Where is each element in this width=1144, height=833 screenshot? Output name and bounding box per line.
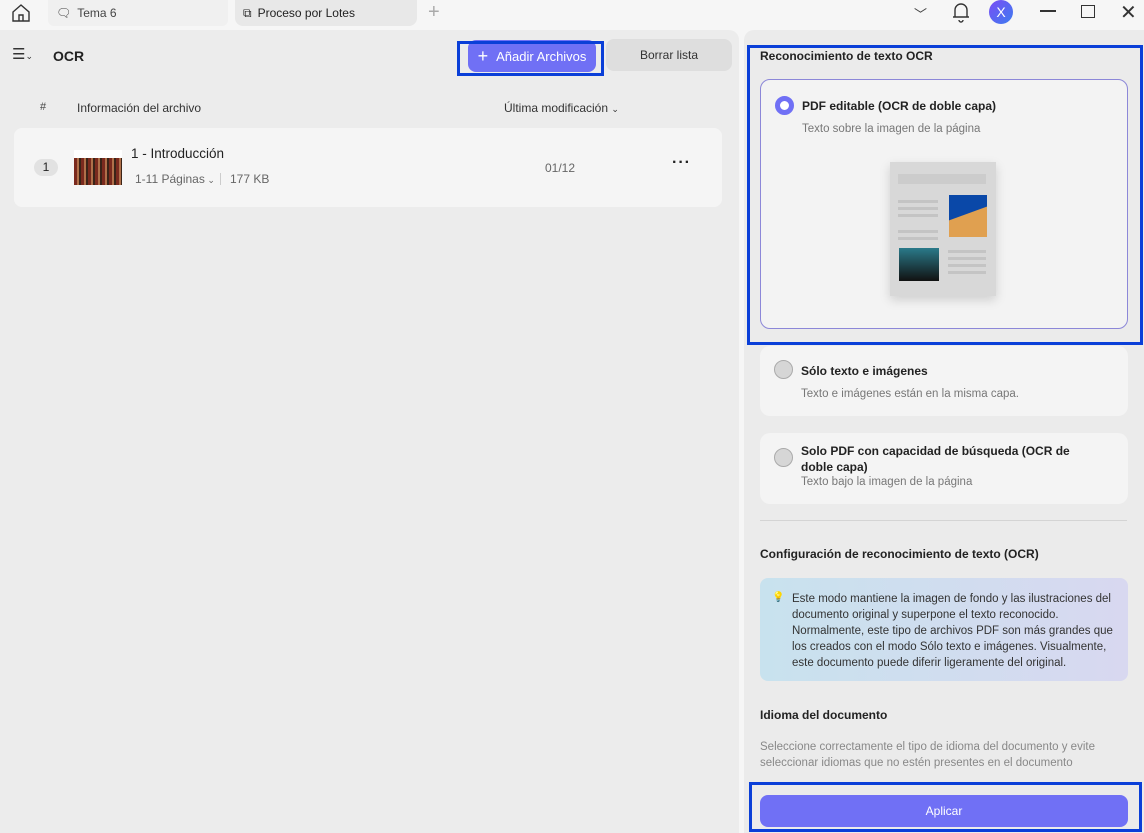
config-title: Configuración de reconocimiento de texto… <box>760 547 1039 561</box>
tab-proceso-por-lotes[interactable]: ⧉ Proceso por Lotes <box>235 0 417 26</box>
page-title: OCR <box>53 48 85 64</box>
option-searchable-pdf[interactable]: Solo PDF con capacidad de búsqueda (OCR … <box>760 433 1128 504</box>
radio-searchable-pdf[interactable] <box>774 448 793 467</box>
home-icon[interactable] <box>10 3 32 23</box>
lightbulb-icon: 💡 <box>772 592 785 603</box>
file-name: 1 - Introducción <box>131 146 225 161</box>
divider <box>220 173 221 185</box>
copy-icon: ⧉ <box>243 5 252 20</box>
avatar[interactable]: X <box>989 0 1013 24</box>
divider <box>760 520 1127 521</box>
ocr-settings-panel: Reconocimiento de texto OCR PDF editable… <box>744 30 1144 833</box>
document-preview-image <box>890 162 996 296</box>
option-title: PDF editable (OCR de doble capa) <box>802 99 997 113</box>
column-header-info: Información del archivo <box>77 101 202 115</box>
option-subtitle: Texto bajo la imagen de la página <box>801 476 973 488</box>
menu-icon[interactable]: ☰⌄ <box>12 45 33 63</box>
file-list-panel: ☰⌄ OCR + Añadir Archivos Borrar lista # I… <box>0 30 739 833</box>
bell-icon[interactable] <box>951 1 971 26</box>
option-subtitle: Texto e imágenes están en la misma capa. <box>801 388 1019 400</box>
section-title: Reconocimiento de texto OCR <box>760 49 933 63</box>
column-header-modified[interactable]: Última modificación ⌄ <box>504 101 619 115</box>
more-options-icon[interactable]: ··· <box>672 154 691 172</box>
chevron-down-icon[interactable]: ﹀ <box>914 4 927 23</box>
page-range-dropdown[interactable]: 1-11 Páginas ⌄ <box>135 172 215 186</box>
minimize-button[interactable] <box>1040 10 1056 12</box>
comment-icon: 🗨 <box>56 6 72 20</box>
language-title: Idioma del documento <box>760 708 888 722</box>
clear-list-button[interactable]: Borrar lista <box>606 39 732 71</box>
option-text-images[interactable]: Sólo texto e imágenes Texto e imágenes e… <box>760 346 1128 416</box>
option-subtitle: Texto sobre la imagen de la página <box>802 123 981 135</box>
tab-tema-6[interactable]: 🗨 Tema 6 <box>48 0 228 26</box>
add-files-button[interactable]: + Añadir Archivos <box>468 40 596 72</box>
file-size: 177 KB <box>230 172 270 186</box>
close-button[interactable]: ✕ <box>1120 0 1137 25</box>
column-header-number: # <box>40 101 47 113</box>
language-help-text: Seleccione correctamente el tipo de idio… <box>760 741 1095 769</box>
file-thumbnail <box>74 150 122 185</box>
option-title: Sólo texto e imágenes <box>801 364 928 378</box>
file-date: 01/12 <box>545 161 576 175</box>
table-row[interactable]: 1 1 - Introducción 1-11 Páginas ⌄ 177 KB… <box>14 128 722 207</box>
radio-editable-pdf[interactable] <box>775 96 794 115</box>
apply-button[interactable]: Aplicar <box>760 795 1128 827</box>
plus-icon: + <box>477 45 489 66</box>
maximize-button[interactable] <box>1081 5 1095 18</box>
radio-text-images[interactable] <box>774 360 793 379</box>
info-box: 💡 Este modo mantiene la imagen de fondo … <box>760 578 1128 681</box>
row-index-badge: 1 <box>34 159 58 176</box>
new-tab-button[interactable]: + <box>428 1 440 24</box>
option-editable-pdf[interactable]: PDF editable (OCR de doble capa) Texto s… <box>760 79 1128 329</box>
chevron-down-icon: ⌄ <box>611 104 619 114</box>
info-text: Este modo mantiene la imagen de fondo y … <box>792 593 1113 669</box>
option-title: Solo PDF con capacidad de búsqueda (OCR … <box>801 444 1070 474</box>
